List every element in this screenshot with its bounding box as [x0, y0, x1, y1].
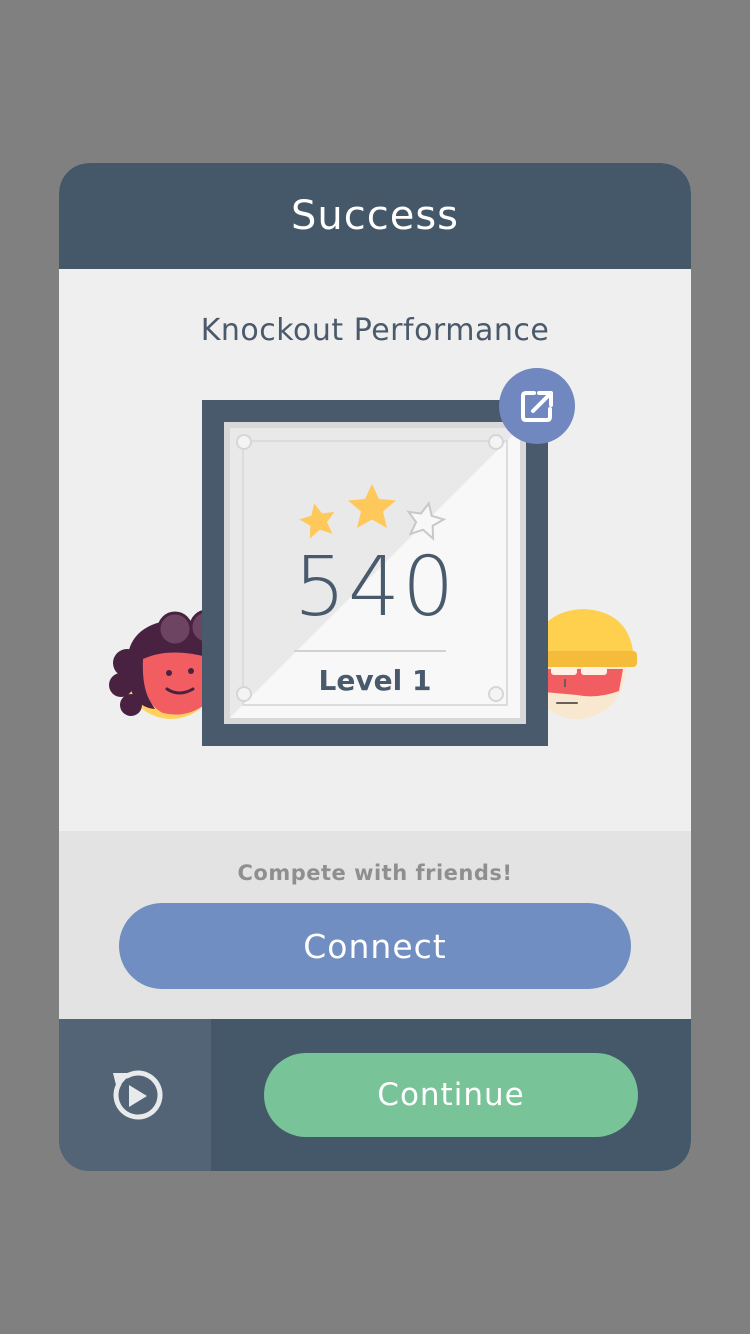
continue-button[interactable]: Continue	[264, 1053, 638, 1137]
frame-corner-dot	[236, 434, 252, 450]
star-rating	[299, 484, 447, 541]
dialog-title: Success	[59, 163, 691, 269]
social-panel: Compete with friends! Connect	[59, 831, 691, 1019]
dialog-footer: Continue	[59, 1019, 691, 1171]
replay-button[interactable]	[59, 1019, 211, 1171]
replay-icon	[113, 1070, 163, 1120]
star-filled-icon	[299, 503, 335, 539]
star-empty-icon	[406, 501, 447, 541]
success-dialog: Success Knockout Performance 540 Level 1…	[59, 163, 691, 1171]
score-frame: 540 Level 1	[202, 400, 548, 746]
score-divider	[294, 650, 446, 652]
share-button[interactable]	[499, 368, 575, 444]
share-icon	[521, 391, 553, 422]
level-label: Level 1	[318, 664, 432, 697]
score-mat: 540 Level 1	[224, 422, 526, 724]
frame-corner-dot	[488, 434, 504, 450]
star-filled-icon	[348, 484, 396, 528]
score-value: 540	[293, 540, 457, 635]
beanie-character-icon	[537, 609, 637, 719]
compete-prompt: Compete with friends!	[237, 861, 513, 885]
performance-subtitle: Knockout Performance	[200, 313, 550, 348]
connect-button[interactable]: Connect	[119, 903, 631, 989]
